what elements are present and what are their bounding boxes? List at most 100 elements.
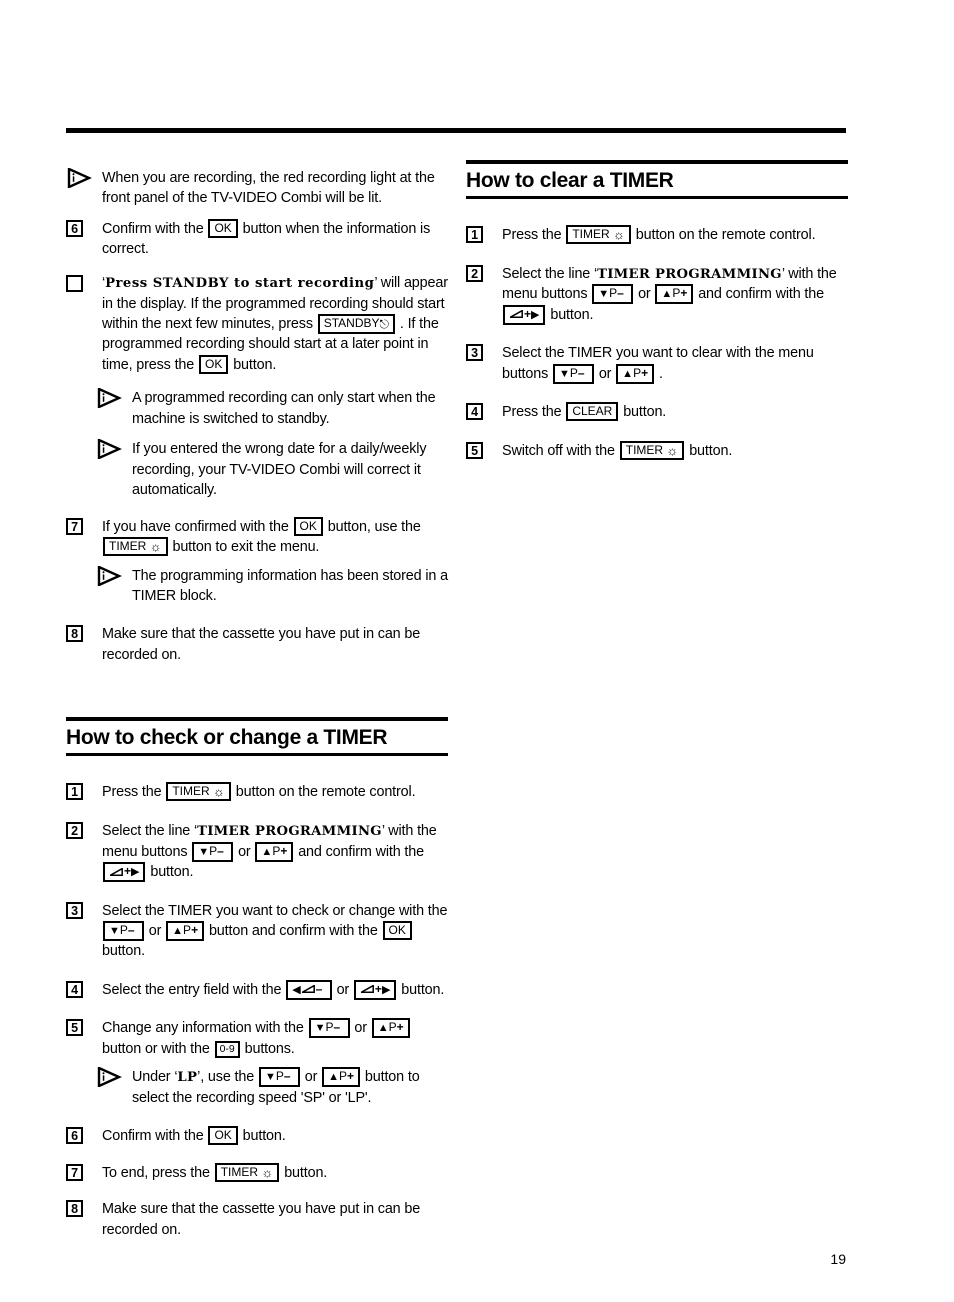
step-text-a: Press the bbox=[502, 227, 562, 244]
or-text: or bbox=[638, 286, 651, 303]
minus-icon: – bbox=[217, 843, 224, 858]
key-program-down[interactable]: ▼P– bbox=[192, 841, 234, 862]
step-text-c: and confirm with the bbox=[298, 843, 424, 860]
step-text-a: Press the bbox=[102, 784, 162, 801]
key-standby[interactable]: STANDBY⎋ bbox=[317, 314, 396, 334]
plus-icon: + bbox=[641, 365, 649, 380]
step-number: 3 bbox=[66, 901, 83, 919]
heading-rule-top bbox=[466, 160, 848, 164]
display-text: Press STANDBY to start recording bbox=[105, 275, 375, 291]
key-volume-down[interactable]: ◀ – bbox=[286, 979, 332, 1000]
clear-step-2: 2 Select the line ‘TIMER PROGRAMMING’ wi… bbox=[466, 264, 848, 326]
step-number: 7 bbox=[66, 517, 83, 535]
step-text-a: Press the bbox=[502, 404, 562, 421]
step-text-b: button on the remote control. bbox=[635, 227, 816, 244]
triangle-down-icon: ▼ bbox=[109, 924, 120, 937]
left-column: When you are recording, the red recordin… bbox=[66, 160, 448, 1253]
key-timer[interactable]: TIMER ☼ bbox=[166, 782, 231, 802]
or-text: or bbox=[304, 1069, 318, 1086]
page-title: How to check or change a TIMER bbox=[66, 726, 388, 750]
key-program-down[interactable]: ▼P– bbox=[258, 1067, 300, 1088]
or-text-1: or bbox=[238, 843, 251, 860]
key-program-down[interactable]: ▼P– bbox=[308, 1018, 350, 1039]
step-number: 6 bbox=[66, 1127, 83, 1145]
key-program-up[interactable]: ▲P+ bbox=[166, 920, 205, 941]
step-text-a: Select the line bbox=[502, 265, 591, 282]
step-8: 8 Make sure that the cassette you have p… bbox=[66, 624, 448, 665]
or-text: or bbox=[354, 1020, 367, 1037]
check-step-5: 5 Change any information with the ▼P– or… bbox=[66, 1018, 448, 1059]
step-text-c: button. bbox=[102, 943, 145, 960]
key-timer[interactable]: TIMER ☼ bbox=[619, 440, 685, 460]
arrow-right-icon: ▶ bbox=[531, 308, 540, 321]
step-text-b: button. bbox=[401, 981, 445, 998]
step-text-b: button. bbox=[242, 1128, 286, 1145]
step-text-a: Change any information with the bbox=[102, 1020, 304, 1037]
key-program-up[interactable]: ▲P+ bbox=[616, 363, 655, 384]
key-volume-up[interactable]: +▶ bbox=[503, 304, 546, 325]
step-text-a: Select the TIMER you want to check or ch… bbox=[102, 902, 448, 919]
arrow-left-icon: ◀ bbox=[292, 983, 301, 996]
step-text-b: . bbox=[658, 365, 663, 382]
display-text: TIMER PROGRAMMING bbox=[197, 823, 382, 839]
clear-step-1: 1 Press the TIMER ☼ button on the remote… bbox=[466, 225, 848, 245]
section-heading-clear-timer: How to clear a TIMER bbox=[466, 160, 848, 200]
step-text-a: Select the TIMER you want to clear with … bbox=[502, 345, 814, 382]
volume-wedge-icon bbox=[360, 985, 374, 994]
clock-icon: ☼ bbox=[613, 227, 625, 243]
quote-close: ’ bbox=[781, 265, 785, 282]
note-recording-light: When you are recording, the red recordin… bbox=[66, 168, 448, 209]
note-text-a: Under bbox=[132, 1069, 171, 1086]
key-program-up[interactable]: ▲P+ bbox=[371, 1018, 410, 1039]
key-ok[interactable]: OK bbox=[208, 1126, 238, 1146]
key-ok[interactable]: OK bbox=[199, 354, 229, 374]
key-program-down[interactable]: ▼P– bbox=[553, 363, 594, 384]
plus-icon: + bbox=[347, 1069, 355, 1084]
step-number: 1 bbox=[466, 226, 483, 244]
key-program-up[interactable]: ▲P+ bbox=[655, 284, 694, 305]
check-step-4: 4 Select the entry field with the ◀ – or … bbox=[66, 979, 448, 1000]
quote-close: ’ bbox=[381, 822, 385, 839]
volume-wedge-icon bbox=[110, 867, 123, 876]
arrow-right-icon: ▶ bbox=[131, 866, 140, 879]
or-text: or bbox=[148, 922, 162, 939]
display-message-item: ‘Press STANDBY to start recording’ will … bbox=[66, 273, 448, 376]
key-timer[interactable]: TIMER ☼ bbox=[566, 225, 631, 245]
triangle-down-icon: ▼ bbox=[264, 1071, 276, 1084]
clock-icon: ☼ bbox=[261, 1164, 274, 1180]
heading-rule-top bbox=[66, 717, 448, 722]
key-ok[interactable]: OK bbox=[293, 516, 323, 536]
key-volume-up[interactable]: +▶ bbox=[103, 862, 146, 883]
note-text-b: , use the bbox=[200, 1069, 255, 1086]
key-timer[interactable]: TIMER ☼ bbox=[103, 537, 168, 557]
key-timer[interactable]: TIMER ☼ bbox=[214, 1162, 280, 1182]
key-ok[interactable]: OK bbox=[208, 218, 238, 238]
key-program-up[interactable]: ▲P+ bbox=[255, 841, 294, 862]
triangle-up-icon: ▲ bbox=[328, 1071, 339, 1084]
key-clear[interactable]: CLEAR bbox=[566, 402, 619, 422]
key-program-down[interactable]: ▼P– bbox=[592, 284, 634, 305]
page-number: 19 bbox=[830, 1251, 846, 1267]
key-program-down[interactable]: ▼P– bbox=[103, 920, 144, 941]
step-text-a: Confirm with the bbox=[102, 1128, 204, 1145]
key-digits[interactable]: 0-9 bbox=[214, 1040, 240, 1058]
key-ok[interactable]: OK bbox=[382, 920, 412, 940]
key-program-up[interactable]: ▲P+ bbox=[322, 1067, 361, 1088]
minus-icon: – bbox=[617, 286, 624, 301]
check-step-7: 7 To end, press the TIMER ☼ button. bbox=[66, 1162, 448, 1183]
step-text-c: button to exit the menu. bbox=[172, 539, 320, 556]
key-volume-up[interactable]: +▶ bbox=[353, 979, 397, 1000]
step-text-c: and confirm with the bbox=[698, 286, 824, 303]
clear-step-3: 3 Select the TIMER you want to clear wit… bbox=[466, 343, 848, 384]
step-text-d: button. bbox=[550, 306, 594, 323]
clear-step-5: 5 Switch off with the TIMER ☼ button. bbox=[466, 440, 848, 461]
minus-icon: – bbox=[333, 1020, 341, 1035]
info-triangle-icon bbox=[66, 168, 92, 188]
step-number: 6 bbox=[66, 219, 83, 237]
step-text-b: button. bbox=[284, 1164, 328, 1181]
step-text-a: Select the line bbox=[102, 822, 191, 839]
volume-wedge-icon bbox=[510, 310, 523, 319]
step-text-b: button, use the bbox=[327, 518, 421, 535]
step-number: 8 bbox=[66, 1200, 83, 1218]
clock-icon: ☼ bbox=[213, 784, 225, 800]
